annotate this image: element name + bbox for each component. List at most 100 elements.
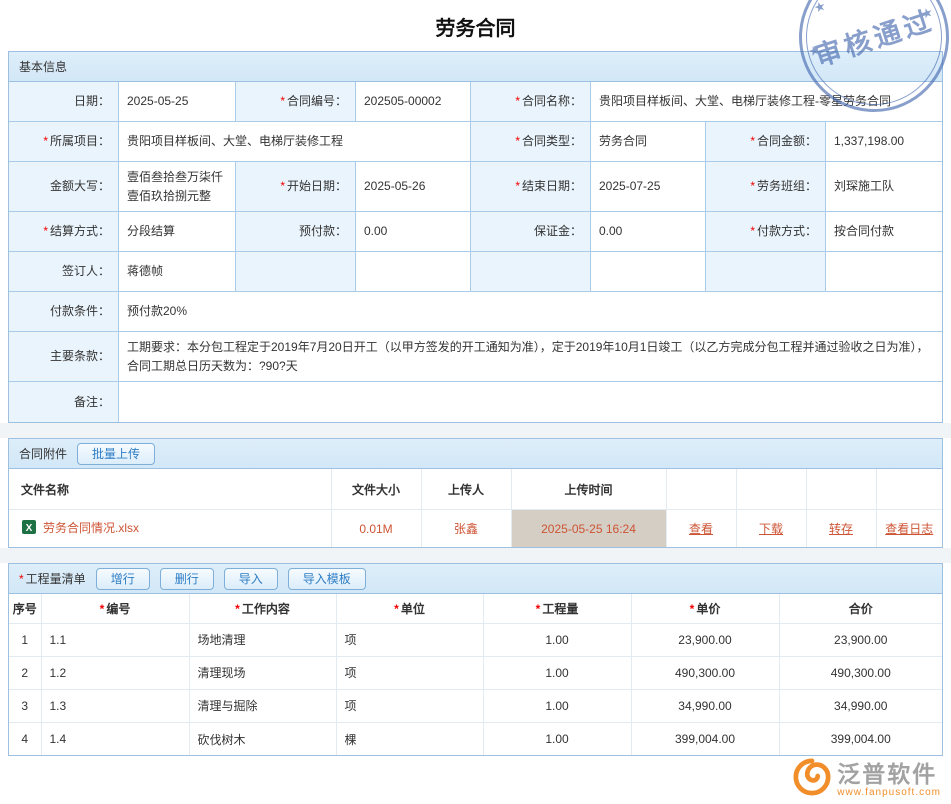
download-link[interactable]: 下载 <box>759 522 783 536</box>
boq-code[interactable]: 1.4 <box>41 722 189 755</box>
required-marker: * <box>690 602 695 616</box>
field-value-contract-name: 贵阳项目样板间、大堂、电梯厅装修工程-零星劳务合同 <box>591 82 942 122</box>
boq-quantity[interactable]: 1.00 <box>483 722 631 755</box>
basic-info-section-header: 基本信息 <box>9 52 942 82</box>
col-header-file-size: 文件大小 <box>331 469 421 509</box>
view-log-link[interactable]: 查看日志 <box>885 522 933 536</box>
attachment-action-cell: 查看 <box>666 509 736 547</box>
boq-seq: 1 <box>9 623 41 656</box>
attachment-file-size: 0.01M <box>331 509 421 547</box>
brand-swirl-icon <box>793 758 831 796</box>
field-value-contract-no: 202505-00002 <box>356 82 471 122</box>
page-title: 劳务合同 <box>436 18 516 40</box>
field-label-date: 日期： <box>9 82 119 122</box>
col-header-unit-price: *单价 <box>631 594 779 623</box>
col-header-total: 合价 <box>779 594 942 623</box>
field-label-payment-method: *付款方式： <box>706 212 826 252</box>
basic-info-table: 日期： 2025-05-25 *合同编号： 202505-00002 *合同名称… <box>9 82 942 422</box>
field-value-advance-payment: 0.00 <box>356 212 471 252</box>
boq-content[interactable]: 清理与掘除 <box>189 689 336 722</box>
field-label-empty-2 <box>471 252 591 292</box>
field-value-settlement-method: 分段结算 <box>119 212 236 252</box>
section-gap <box>0 548 951 563</box>
required-marker: * <box>750 132 755 151</box>
field-value-contract-type: 劳务合同 <box>591 122 706 162</box>
boq-row: 4 1.4 砍伐树木 棵 1.00 399,004.00 399,004.00 <box>9 722 942 755</box>
col-header-content: *工作内容 <box>189 594 336 623</box>
required-marker: * <box>43 222 48 241</box>
save-as-link[interactable]: 转存 <box>829 522 853 536</box>
boq-total: 34,990.00 <box>779 689 942 722</box>
attachment-action-cell: 转存 <box>806 509 876 547</box>
col-header-action-2 <box>736 469 806 509</box>
svg-text:X: X <box>26 523 33 534</box>
page-header: 劳务合同 <box>0 0 951 51</box>
col-header-seq: 序号 <box>9 594 41 623</box>
field-label-start-date: *开始日期： <box>236 162 356 212</box>
col-header-upload-time: 上传时间 <box>511 469 666 509</box>
attachment-file-name-cell: X 劳务合同情况.xlsx <box>9 509 331 547</box>
boq-content[interactable]: 清理现场 <box>189 656 336 689</box>
required-marker: * <box>235 602 240 616</box>
basic-info-section-title: 基本信息 <box>19 58 67 75</box>
view-link[interactable]: 查看 <box>689 522 713 536</box>
brand-site: www.fanpusoft.com <box>837 787 941 798</box>
field-label-empty-1 <box>236 252 356 292</box>
field-label-settlement-method: *结算方式： <box>9 212 119 252</box>
attachment-file-link[interactable]: 劳务合同情况.xlsx <box>43 519 139 536</box>
boq-header-row: 序号 *编号 *工作内容 *单位 *工程量 *单价 合价 <box>9 594 942 623</box>
batch-upload-button[interactable]: 批量上传 <box>77 443 155 465</box>
add-row-button[interactable]: 增行 <box>96 568 150 590</box>
boq-quantity[interactable]: 1.00 <box>483 689 631 722</box>
field-label-advance-payment: 预付款： <box>236 212 356 252</box>
required-marker: * <box>750 177 755 196</box>
boq-quantity[interactable]: 1.00 <box>483 656 631 689</box>
field-value-empty-2 <box>591 252 706 292</box>
field-value-labor-team: 刘琛施工队 <box>826 162 942 212</box>
boq-seq: 4 <box>9 722 41 755</box>
delete-row-button[interactable]: 删行 <box>160 568 214 590</box>
boq-code[interactable]: 1.1 <box>41 623 189 656</box>
attachment-action-cell: 下载 <box>736 509 806 547</box>
field-label-deposit: 保证金： <box>471 212 591 252</box>
boq-unit-price[interactable]: 399,004.00 <box>631 722 779 755</box>
boq-unit-price[interactable]: 490,300.00 <box>631 656 779 689</box>
field-value-payment-method: 按合同付款 <box>826 212 942 252</box>
import-button[interactable]: 导入 <box>224 568 278 590</box>
field-value-payment-terms: 预付款20% <box>119 292 942 332</box>
required-marker: * <box>750 222 755 241</box>
brand-name: 泛普软件 <box>837 755 937 789</box>
field-value-contract-amount: 1,337,198.00 <box>826 122 942 162</box>
required-marker: * <box>19 572 24 586</box>
field-label-contract-type: *合同类型： <box>471 122 591 162</box>
field-value-project: 贵阳项目样板间、大堂、电梯厅装修工程 <box>119 122 471 162</box>
boq-unit-price[interactable]: 34,990.00 <box>631 689 779 722</box>
boq-unit[interactable]: 项 <box>336 623 483 656</box>
attachments-section: 合同附件 批量上传 文件名称 文件大小 上传人 上传时间 X <box>8 438 943 548</box>
boq-unit[interactable]: 项 <box>336 656 483 689</box>
col-header-quantity: *工程量 <box>483 594 631 623</box>
col-header-action-4 <box>876 469 942 509</box>
boq-unit[interactable]: 项 <box>336 689 483 722</box>
col-header-file-name: 文件名称 <box>9 469 331 509</box>
boq-quantity[interactable]: 1.00 <box>483 623 631 656</box>
boq-unit-price[interactable]: 23,900.00 <box>631 623 779 656</box>
field-label-payment-terms: 付款条件： <box>9 292 119 332</box>
boq-section-title: *工程量清单 <box>19 570 86 587</box>
field-value-date: 2025-05-25 <box>119 82 236 122</box>
required-marker: * <box>536 602 541 616</box>
field-label-contract-name: *合同名称： <box>471 82 591 122</box>
boq-content[interactable]: 场地清理 <box>189 623 336 656</box>
boq-total: 399,004.00 <box>779 722 942 755</box>
field-value-end-date: 2025-07-25 <box>591 162 706 212</box>
boq-section: *工程量清单 增行 删行 导入 导入模板 序号 *编号 *工作内容 *单位 *工… <box>8 563 943 756</box>
brand-watermark: 泛普软件 www.fanpusoft.com <box>793 755 941 798</box>
required-marker: * <box>515 177 520 196</box>
import-template-button[interactable]: 导入模板 <box>288 568 366 590</box>
boq-content[interactable]: 砍伐树木 <box>189 722 336 755</box>
field-value-amount-in-words: 壹佰叁拾叁万柒仟壹佰玖拾捌元整 <box>119 162 236 212</box>
field-label-project: *所属项目： <box>9 122 119 162</box>
boq-unit[interactable]: 棵 <box>336 722 483 755</box>
boq-code[interactable]: 1.2 <box>41 656 189 689</box>
boq-code[interactable]: 1.3 <box>41 689 189 722</box>
